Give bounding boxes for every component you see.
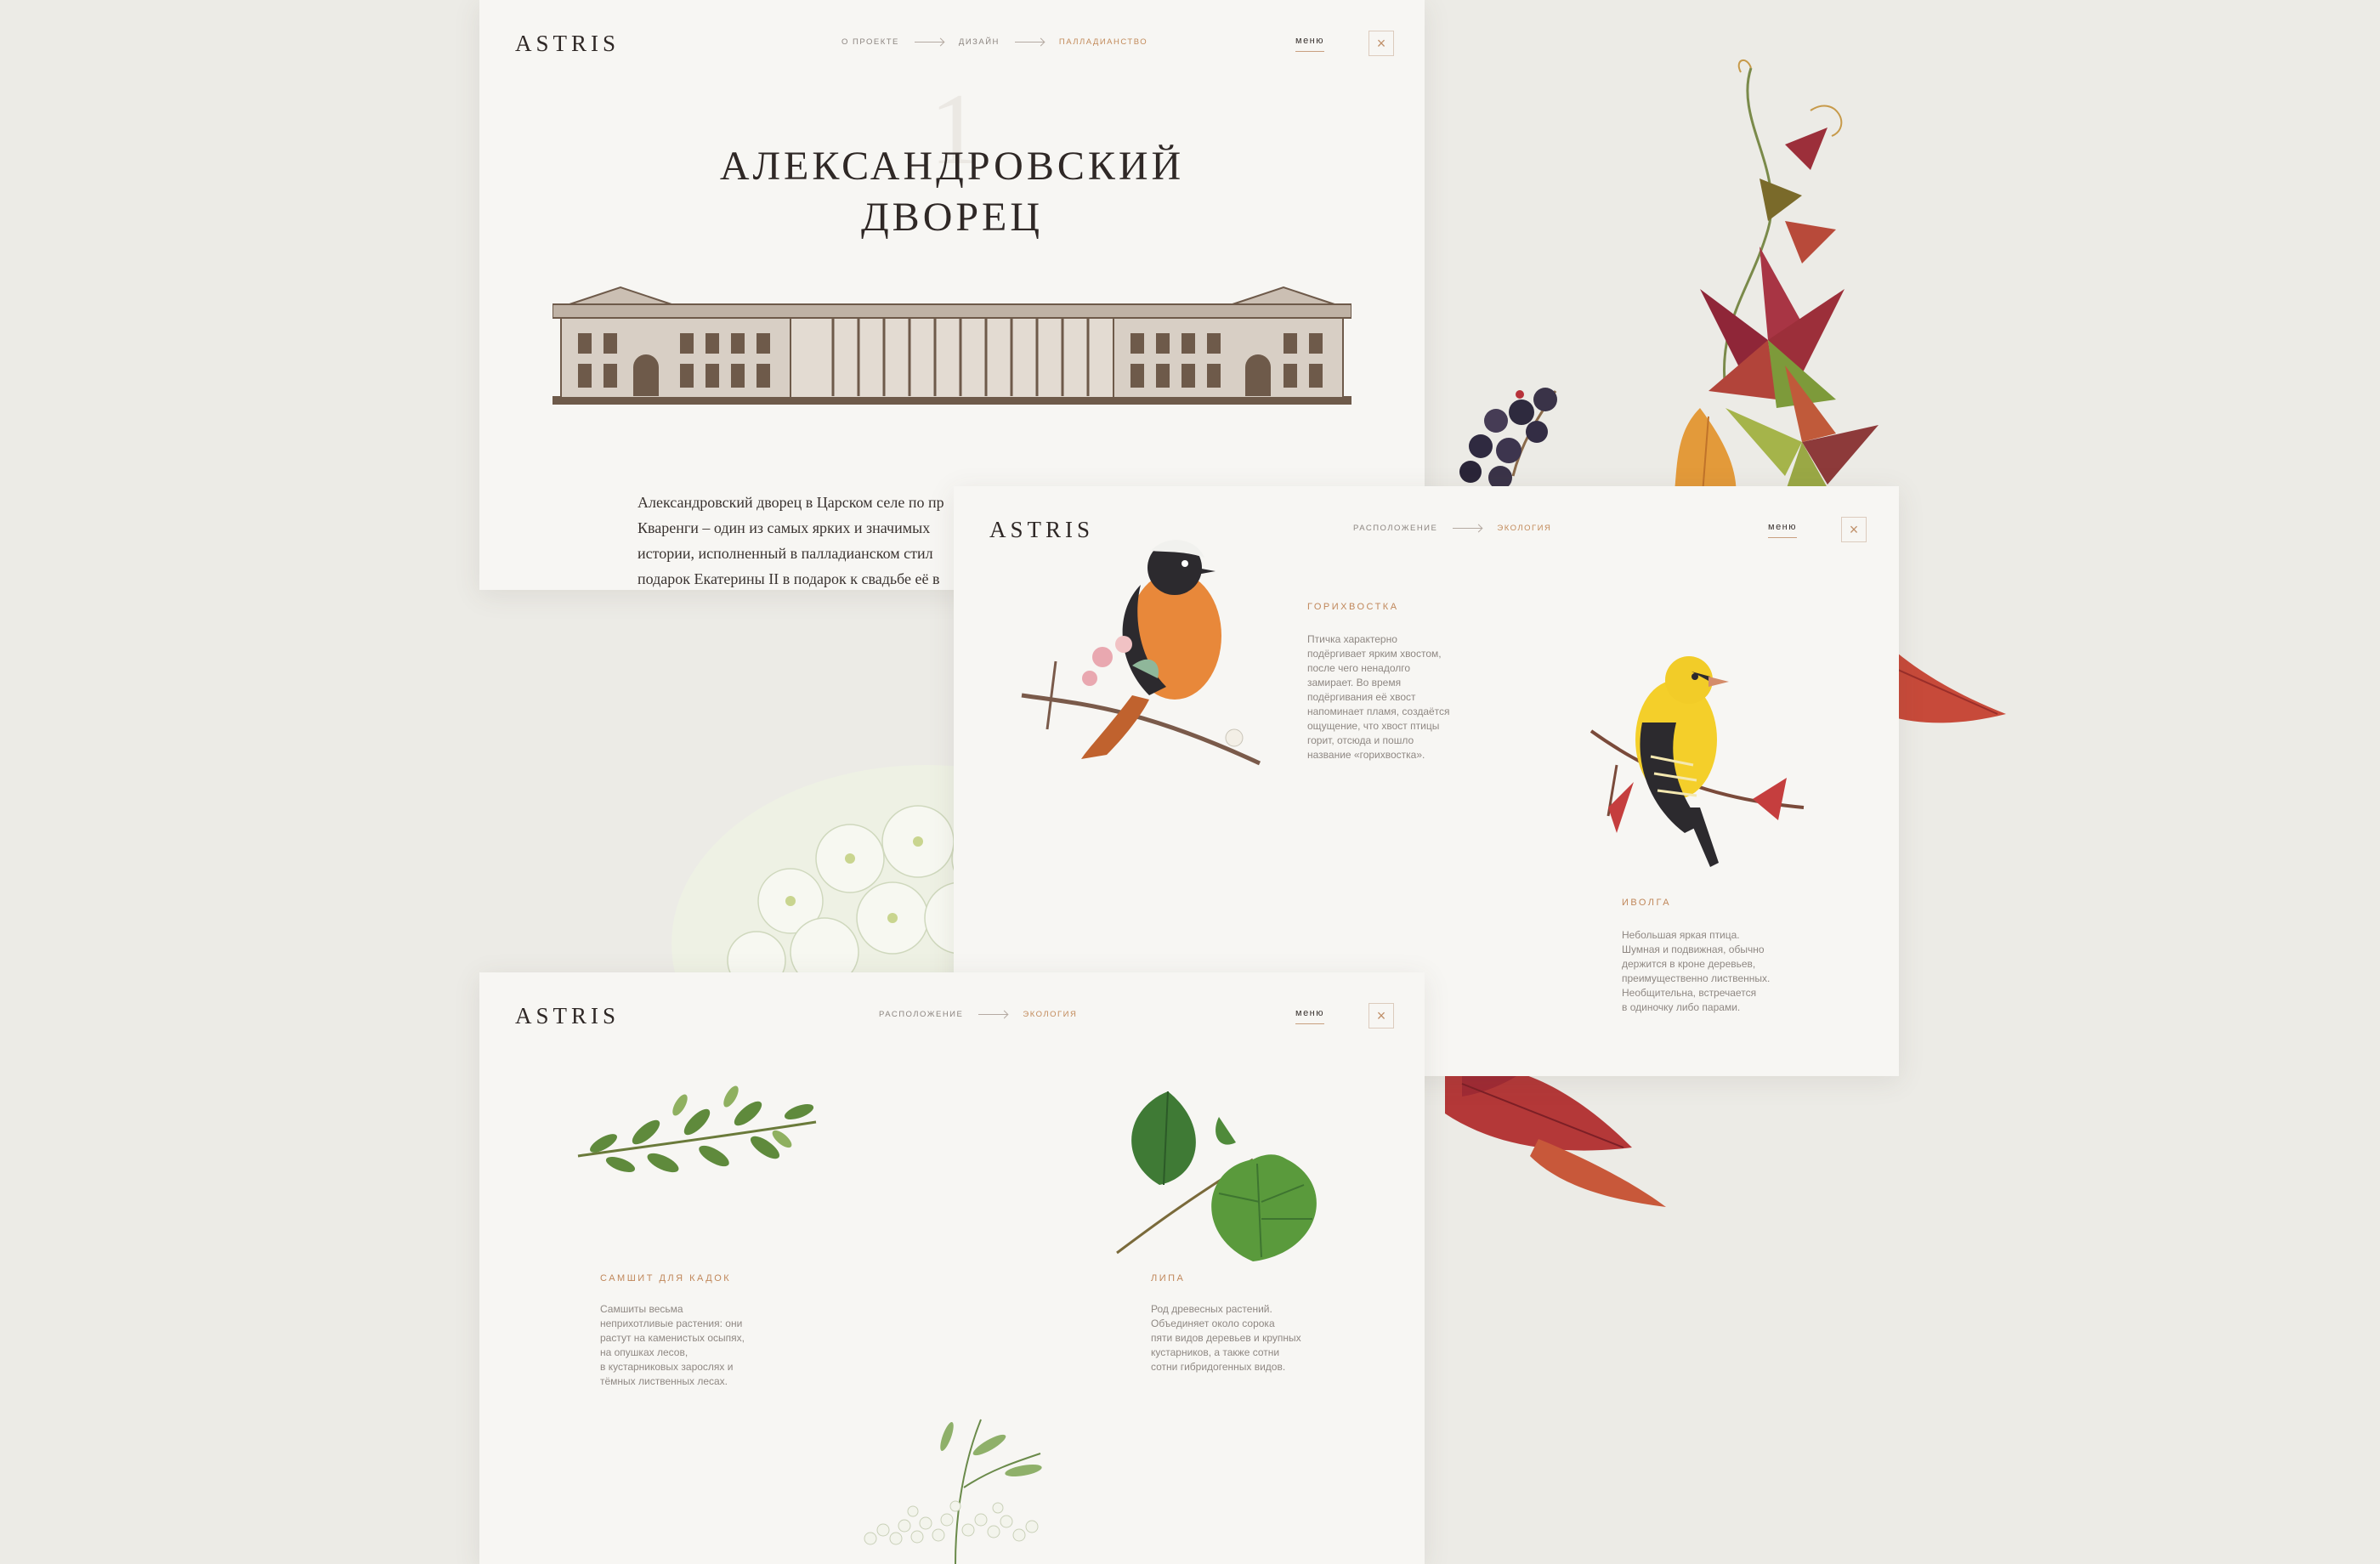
boxwood-title: САМШИТ ДЛЯ КАДОК <box>600 1273 732 1284</box>
linden-title: ЛИПА <box>1151 1273 1186 1284</box>
text-line: тёмных лиственных лесах. <box>600 1375 728 1387</box>
text-line: ощущение, что хвост птицы <box>1307 720 1440 732</box>
oriole-description: Небольшая яркая птица. Шумная и подвижна… <box>1622 928 1817 1015</box>
text-line: подёргивает ярким хвостом, <box>1307 648 1442 660</box>
text-line: Необщительна, встречается <box>1622 987 1757 999</box>
text-line: горит, отсюда и пошло <box>1307 734 1414 746</box>
text-line: Самшиты весьма <box>600 1303 683 1315</box>
close-icon: × <box>1849 520 1859 538</box>
text-line: кустарников, а также сотни <box>1151 1346 1280 1358</box>
text-line: пяти видов деревьев и крупных <box>1151 1332 1301 1344</box>
text-line: неприхотливые растения: они <box>600 1318 743 1329</box>
page-title-line: АЛЕКСАНДРОВСКИЙ <box>719 144 1185 189</box>
text-line: Объединяет около сорока <box>1151 1318 1275 1329</box>
text-line: Шумная и подвижная, обычно <box>1622 944 1765 955</box>
boxwood-illustration <box>577 1085 817 1173</box>
linden-description: Род древесных растений. Объединяет около… <box>1151 1302 1355 1374</box>
berry-cluster-illustration <box>1459 388 1557 490</box>
close-icon: × <box>1376 34 1386 52</box>
breadcrumb: расположение экология <box>1353 524 1551 533</box>
text-line: замирает. Во время <box>1307 677 1402 688</box>
text-line: Род древесных растений. <box>1151 1303 1272 1315</box>
breadcrumb: расположение экология <box>879 1010 1077 1019</box>
text-line: после чего ненадолго <box>1307 662 1411 674</box>
text-line: на опушках лесов, <box>600 1346 688 1358</box>
intro-line: Александровский дворец в Царском селе по… <box>638 494 944 511</box>
logo[interactable]: ASTRIS <box>515 1003 620 1029</box>
menu-button[interactable]: меню <box>1768 522 1798 538</box>
text-line: в одиночку либо парами. <box>1622 1001 1741 1013</box>
breadcrumb-item-ecology: экология <box>1497 524 1552 533</box>
menu-button[interactable]: меню <box>1295 1008 1325 1024</box>
breadcrumb-item-design[interactable]: дизайн <box>959 37 1000 47</box>
menu-button[interactable]: меню <box>1295 36 1325 52</box>
breadcrumb-item-ecology: экология <box>1023 1010 1078 1019</box>
breadcrumb-item-location[interactable]: расположение <box>1353 524 1437 533</box>
boxwood-description: Самшиты весьма неприхотливые растения: о… <box>600 1302 804 1389</box>
text-line: Небольшая яркая птица. <box>1622 929 1740 941</box>
breadcrumb-item-project[interactable]: о проекте <box>842 37 899 47</box>
text-line: сотни гибридогенных видов. <box>1151 1361 1286 1373</box>
text-line: растут на каменистых осыпях, <box>600 1332 745 1344</box>
text-line: в кустарниковых зарослях и <box>600 1361 734 1373</box>
close-button[interactable]: × <box>1368 31 1394 56</box>
close-icon: × <box>1376 1006 1386 1024</box>
redstart-illustration <box>1021 540 1261 766</box>
breadcrumb: о проекте дизайн палладианство <box>842 37 1148 47</box>
palace-illustration <box>552 286 1352 405</box>
intro-line: подарок Екатерины II в подарок к свадьбе… <box>638 570 940 587</box>
breadcrumb-item-palladianism: палладианство <box>1058 37 1148 47</box>
intro-text: Александровский дворец в Царском селе по… <box>638 490 944 590</box>
breadcrumb-arrow-icon <box>978 1014 1008 1015</box>
oriole-illustration <box>1590 656 1805 867</box>
redstart-title: ГОРИХВОСТКА <box>1307 602 1399 612</box>
text-line: Птичка характерно <box>1307 633 1397 645</box>
blossom-illustration <box>864 1419 1042 1564</box>
text-line: преимущественно лиственных. <box>1622 972 1771 984</box>
oriole-title: ИВОЛГА <box>1622 898 1672 908</box>
text-line: напоминает пламя, создаётся <box>1307 706 1450 717</box>
plants-page: ASTRIS расположение экология меню × САМШ… <box>479 972 1425 1564</box>
intro-line: истории, исполненный в палладианском сти… <box>638 545 933 562</box>
page-title-line: ДВОРЕЦ <box>860 195 1044 240</box>
text-line: подёргивания её хвост <box>1307 691 1416 703</box>
logo[interactable]: ASTRIS <box>515 31 620 57</box>
text-line: держится в кроне деревьев, <box>1622 958 1756 970</box>
breadcrumb-arrow-icon <box>1453 528 1482 529</box>
breadcrumb-item-location[interactable]: расположение <box>879 1010 963 1019</box>
close-button[interactable]: × <box>1368 1003 1394 1028</box>
intro-line: Кваренги – один из самых ярких и значимы… <box>638 519 931 536</box>
close-button[interactable]: × <box>1841 517 1867 542</box>
page-title: АЛЕКСАНДРОВСКИЙ ДВОРЕЦ <box>479 141 1425 243</box>
redstart-description: Птичка характерно подёргивает ярким хвос… <box>1307 632 1494 762</box>
text-line: название «горихвостка». <box>1307 749 1425 761</box>
linden-illustration <box>1116 1091 1317 1261</box>
